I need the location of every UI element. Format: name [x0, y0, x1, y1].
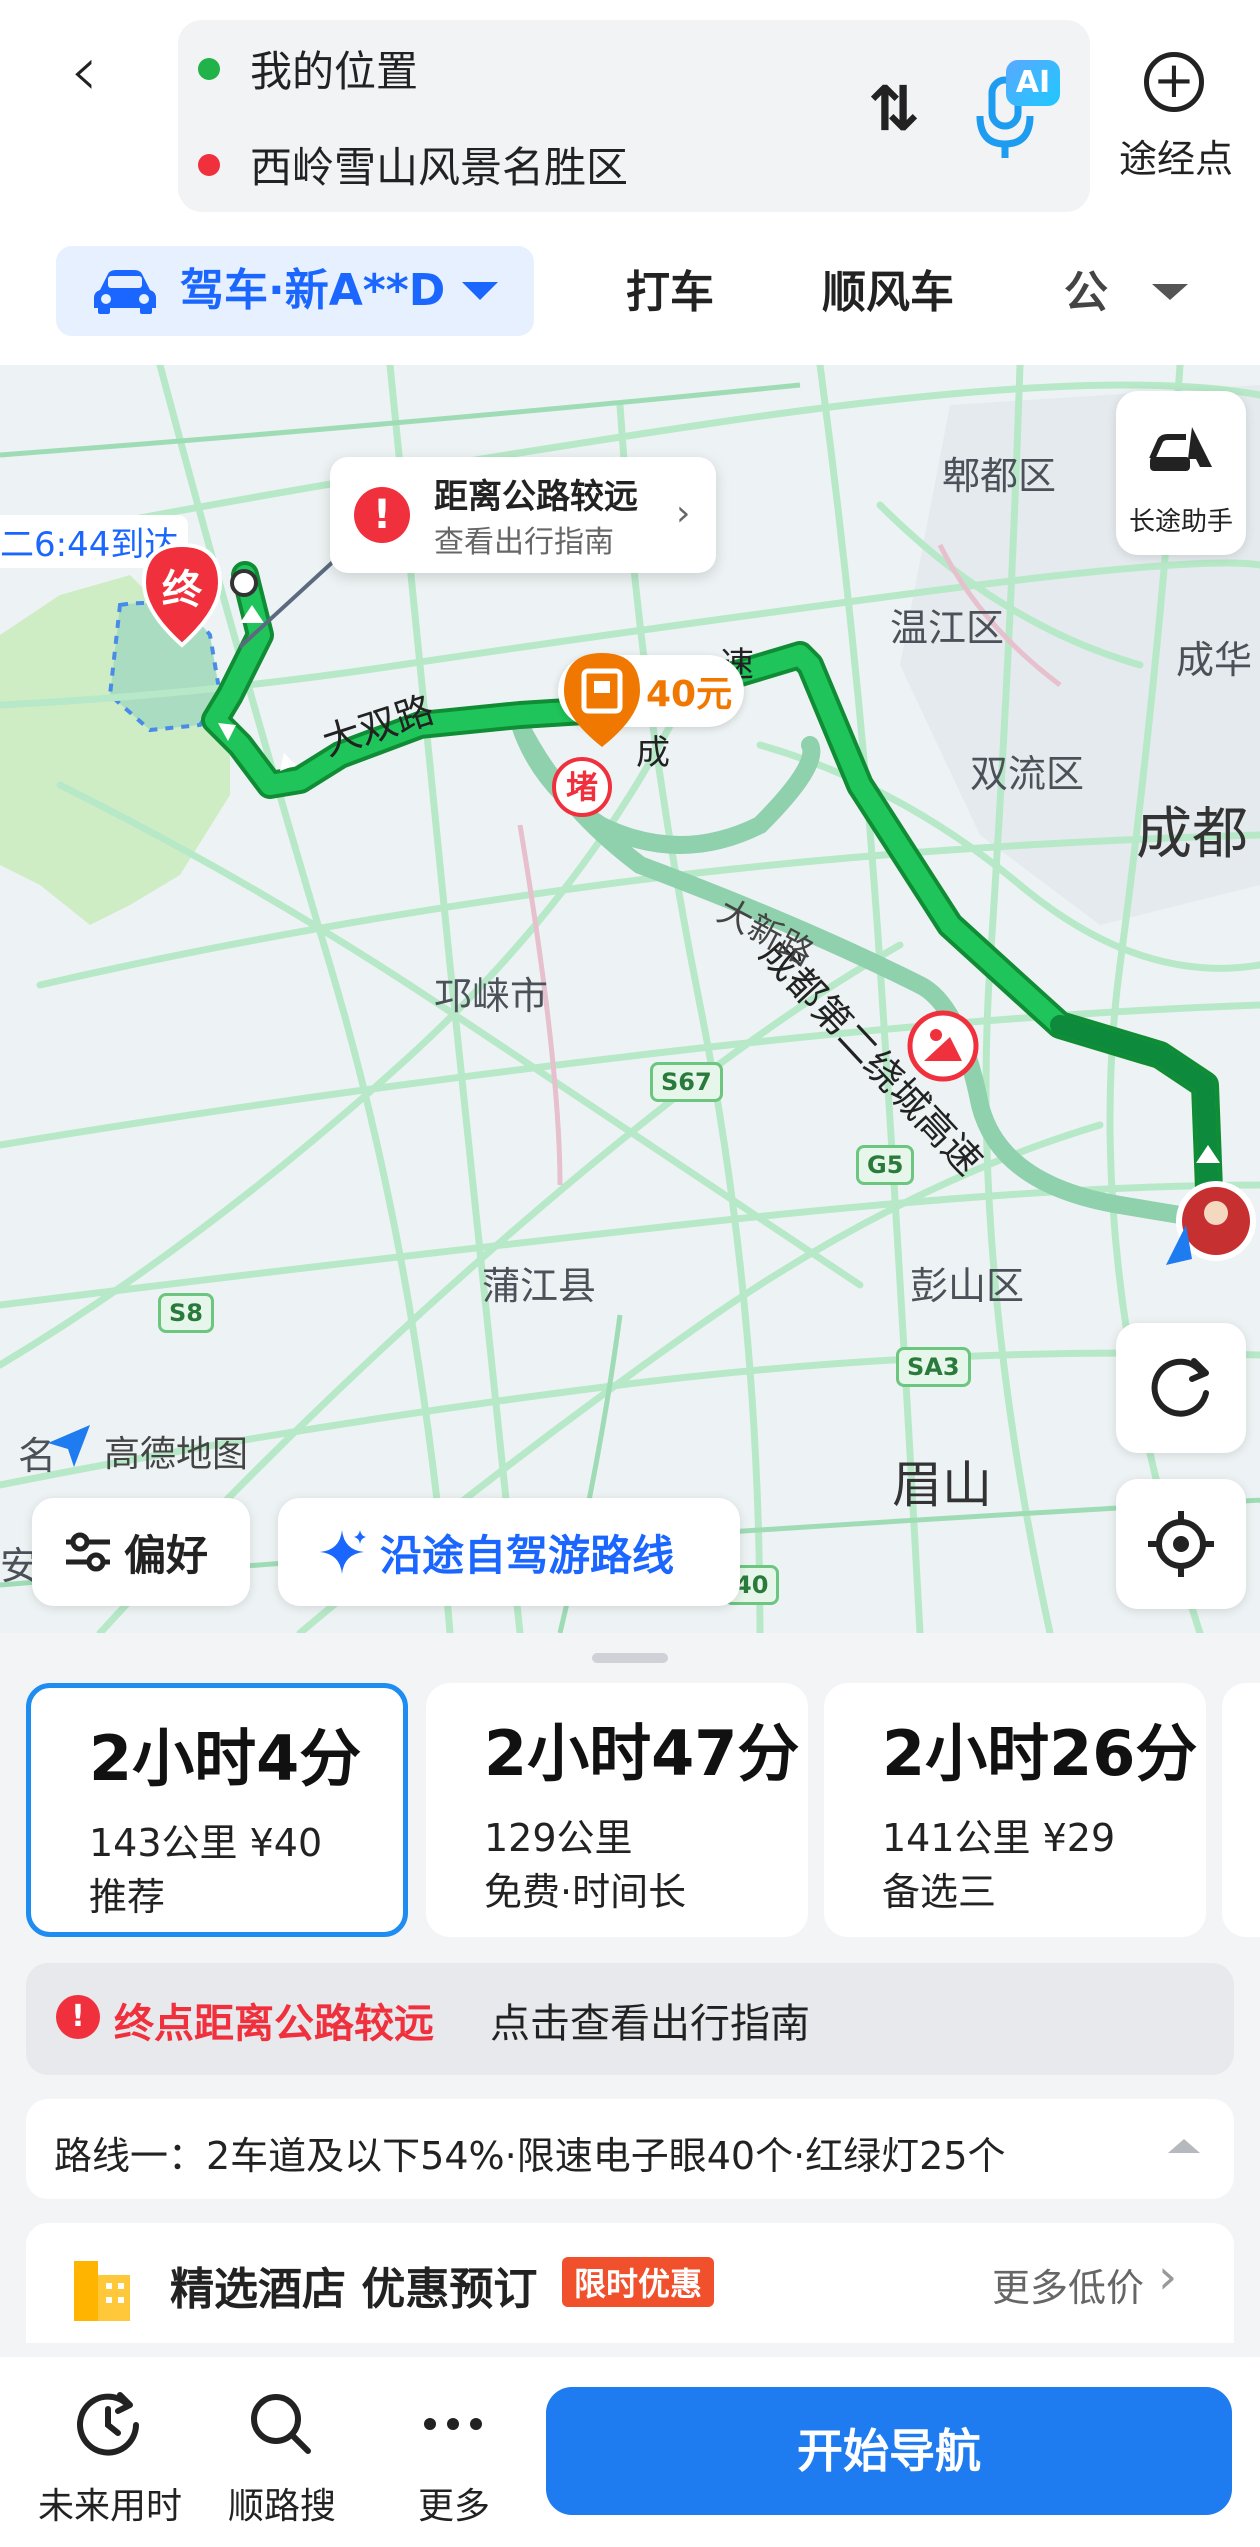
- hotel-title: 精选酒店 优惠预订: [170, 2264, 538, 2315]
- warning-icon: !: [56, 1995, 100, 2039]
- route-map[interactable]: 郫都区 温江区 成华 双流区 成都 邛崃市 蒲江县 彭山区 眉山 名 安 大双路…: [0, 365, 1260, 1633]
- route-distance-cost: 143公里 ¥40: [89, 1821, 323, 1865]
- road-trip-label: 沿途自驾游路线: [380, 1531, 675, 1580]
- route-card[interactable]: 2小时26分 141公里 ¥29 备选三: [824, 1683, 1206, 1937]
- chevron-down-icon[interactable]: [462, 282, 498, 300]
- route-info-bar[interactable]: 路线一：2车道及以下54%·限速电子眼40个·红绿灯25个: [26, 2099, 1234, 2199]
- along-search-label[interactable]: 顺路搜: [202, 2477, 362, 2529]
- limited-offer-badge: 限时优惠: [562, 2257, 715, 2307]
- end-marker-label: 终: [162, 567, 202, 613]
- preference-label: 偏好: [124, 1531, 209, 1580]
- warning-highlight: 终点距离公路较远: [114, 2001, 434, 2047]
- far-from-road-callout[interactable]: ! 距离公路较远 查看出行指南 ›: [330, 457, 716, 573]
- road-trip-route-button[interactable]: 沿途自驾游路线: [278, 1498, 740, 1606]
- future-time-label[interactable]: 未来用时: [30, 2477, 190, 2529]
- sparkle-icon: [320, 1530, 366, 1574]
- map-label: 蒲江县: [482, 1264, 597, 1308]
- map-brand: 高德地图: [104, 1434, 249, 1475]
- locate-me-button[interactable]: [1116, 1479, 1246, 1609]
- hotel-building-icon: [74, 2261, 130, 2321]
- road-shield: S67: [650, 1062, 723, 1102]
- origin-dot-icon: [198, 58, 220, 80]
- road-shield: S8: [158, 1293, 214, 1333]
- destination-dot-icon: [198, 154, 220, 176]
- sliders-icon: [66, 1532, 110, 1572]
- toll-station-icon: [564, 653, 640, 747]
- future-time-icon[interactable]: [74, 2389, 144, 2459]
- map-label: 邛崃市: [434, 974, 549, 1018]
- start-navigation-button[interactable]: 开始导航: [546, 2387, 1232, 2515]
- warning-icon: !: [354, 487, 410, 543]
- chevron-right-icon: ›: [1158, 2249, 1178, 2305]
- route-tag: 免费·时间长: [484, 1870, 687, 1914]
- tab-carpool[interactable]: 顺风车: [822, 262, 954, 324]
- map-label: 郫都区: [942, 454, 1057, 498]
- route-distance-cost: 141公里 ¥29: [882, 1816, 1116, 1860]
- back-icon[interactable]: ‹: [70, 36, 130, 106]
- more-deals-link[interactable]: 更多低价: [992, 2257, 1144, 2312]
- bottom-action-bar: 未来用时 顺路搜 更多 开始导航: [0, 2357, 1260, 2547]
- chevron-right-icon: ›: [676, 493, 691, 534]
- tab-drive[interactable]: 驾车·新A**D: [56, 246, 534, 336]
- route-distance-cost: 129公里: [484, 1816, 633, 1860]
- route-card[interactable]: 2小时47分 129公里 免费·时间长: [426, 1683, 808, 1937]
- search-icon[interactable]: [246, 2389, 316, 2459]
- ai-badge: AI: [1006, 60, 1060, 106]
- origin-field[interactable]: 我的位置: [250, 38, 418, 99]
- callout-subtitle: 查看出行指南: [434, 525, 614, 560]
- map-label: 成都: [1136, 802, 1248, 867]
- route-sheet: 2小时4分 143公里 ¥40 推荐 2小时47分 129公里 免费·时间长 2…: [0, 1633, 1260, 2343]
- map-label: 成华: [1176, 638, 1253, 682]
- route-input-box: 我的位置 西岭雪山风景名胜区: [178, 20, 1090, 212]
- add-waypoint-label[interactable]: 途经点: [1112, 128, 1240, 183]
- route-tag: 推荐: [89, 1875, 166, 1919]
- construction-icon[interactable]: [906, 1009, 980, 1083]
- route-duration: 2小时26分: [882, 1717, 1198, 1790]
- route-duration: 2小时47分: [484, 1717, 800, 1790]
- destination-field[interactable]: 西岭雪山风景名胜区: [250, 134, 628, 195]
- congestion-marker[interactable]: 堵: [552, 757, 612, 817]
- toll-amount: 40元: [646, 674, 733, 715]
- route-preference-button[interactable]: 偏好: [32, 1498, 250, 1606]
- route-card[interactable]: 2小时4分 143公里 ¥40 推荐: [26, 1683, 408, 1937]
- road-shield: SA3: [896, 1347, 971, 1387]
- car-icon: [94, 270, 156, 314]
- map-label: 双流区: [970, 752, 1085, 796]
- more-dots-icon[interactable]: [418, 2389, 488, 2459]
- map-label: 眉山: [892, 1456, 992, 1514]
- route-card-peek[interactable]: [1222, 1683, 1260, 1937]
- callout-title: 距离公路较远: [434, 477, 638, 517]
- refresh-icon: [1151, 1358, 1209, 1417]
- tab-transit[interactable]: 公: [1064, 262, 1108, 324]
- tab-taxi[interactable]: 打车: [626, 262, 714, 324]
- warning-action: 点击查看出行指南: [490, 2001, 810, 2047]
- long-trip-assistant-button[interactable]: 长途助手: [1116, 391, 1246, 555]
- crosshair-icon: [1148, 1511, 1214, 1577]
- tab-drive-label: 驾车·新A**D: [180, 265, 446, 316]
- destination-warning-bar[interactable]: ! 终点距离公路较远 点击查看出行指南: [26, 1963, 1234, 2075]
- map-label: 彭山区: [910, 1264, 1025, 1308]
- more-tabs-chevron-icon[interactable]: [1152, 284, 1188, 300]
- refresh-button[interactable]: [1116, 1323, 1246, 1453]
- route-info-text: 路线一：2车道及以下54%·限速电子眼40个·红绿灯25个: [54, 2134, 1006, 2178]
- route-tag: 备选三: [882, 1870, 997, 1914]
- road-shield: G5: [856, 1145, 915, 1185]
- current-location-avatar[interactable]: [1160, 1175, 1260, 1275]
- long-trip-label: 长途助手: [1128, 507, 1233, 537]
- chevron-up-icon[interactable]: [1168, 2139, 1200, 2153]
- sheet-drag-handle[interactable]: [592, 1653, 668, 1663]
- long-trip-icon: [1149, 427, 1212, 471]
- map-label: 温江区: [890, 606, 1005, 650]
- route-duration: 2小时4分: [89, 1722, 362, 1795]
- route-header: ‹ 我的位置 西岭雪山风景名胜区 ⇅ AI + 途经点 驾车·新A**D 打车 …: [0, 0, 1260, 365]
- swap-icon[interactable]: ⇅: [868, 78, 920, 140]
- amap-logo-icon: [48, 1425, 90, 1467]
- more-label[interactable]: 更多: [374, 2477, 534, 2529]
- add-waypoint-icon[interactable]: +: [1144, 52, 1204, 112]
- hotel-promo-card[interactable]: 精选酒店 优惠预订 限时优惠 更多低价 ›: [26, 2223, 1234, 2343]
